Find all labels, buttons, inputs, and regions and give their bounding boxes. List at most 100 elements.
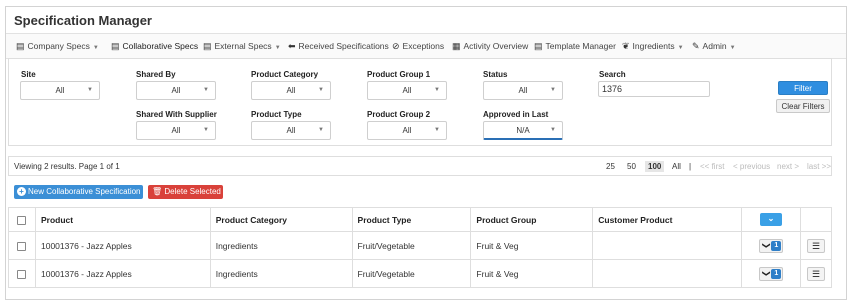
- main-nav: ▤ Company Specs ▼ ▤ Collaborative Specs ▤ Ex…: [6, 33, 846, 60]
- shared-by-label: Shared By: [136, 70, 176, 79]
- last-page-link[interactable]: last >>: [807, 162, 831, 171]
- results-info: Viewing 2 results. Page 1 of 1: [14, 162, 120, 171]
- leaf-icon: ❦: [622, 41, 630, 51]
- group-cell: Fruit & Veg: [470, 259, 594, 288]
- page-size-100[interactable]: 100: [645, 161, 665, 172]
- col-customer-product[interactable]: Customer Product: [592, 207, 743, 232]
- list-icon[interactable]: ☰: [806, 266, 825, 281]
- chevron-down-icon: ▼: [434, 127, 440, 133]
- product-type-select[interactable]: All ▼: [251, 121, 331, 140]
- search-input[interactable]: 1376: [598, 81, 710, 97]
- customer-product-cell: [592, 259, 743, 288]
- nav-exceptions[interactable]: ⊘ Exceptions: [392, 34, 444, 59]
- next-page-link[interactable]: next >: [777, 162, 799, 171]
- chevron-down-icon: ▼: [203, 87, 209, 93]
- group-cell: Fruit & Veg: [470, 231, 594, 260]
- stack-icon: ▤: [16, 41, 25, 51]
- col-product-category[interactable]: Product Category: [209, 207, 353, 232]
- page-size-25[interactable]: 25: [606, 162, 615, 171]
- table-row: 10001376 - Jazz Apples Ingredients Fruit…: [8, 259, 833, 288]
- filter-button[interactable]: Filter: [778, 81, 828, 95]
- shared-by-select[interactable]: All ▼: [136, 81, 216, 100]
- list-icon[interactable]: ☰: [806, 238, 825, 253]
- status-select[interactable]: All ▼: [483, 81, 563, 100]
- table-header-row: Product Product Category Product Type Pr…: [8, 207, 833, 232]
- chevron-down-icon: ▼: [87, 87, 93, 93]
- chevron-down-icon: ▼: [550, 127, 556, 133]
- select-all-checkbox[interactable]: [17, 215, 27, 225]
- nav-company-specs[interactable]: ▤ Company Specs ▼: [16, 34, 99, 59]
- plus-circle-icon: +: [17, 187, 26, 196]
- ban-icon: ⊘: [392, 41, 400, 51]
- col-product-group[interactable]: Product Group: [470, 207, 594, 232]
- chevron-down-icon: ❯: [761, 242, 771, 249]
- approved-in-last-select[interactable]: N/A ▼: [483, 121, 563, 140]
- previous-page-link[interactable]: < previous: [733, 162, 770, 171]
- approved-in-last-label: Approved in Last: [483, 110, 549, 119]
- clear-filters-button[interactable]: Clear Filters: [776, 99, 830, 113]
- chevron-down-icon: ❯: [761, 270, 771, 277]
- nav-admin[interactable]: ✎ Admin ▼: [692, 34, 736, 59]
- actions-header: [799, 207, 833, 232]
- stack-icon: ▤: [111, 41, 120, 51]
- list-cell: ☰: [799, 259, 833, 288]
- expand-all-button[interactable]: ⌄: [760, 213, 782, 226]
- first-page-link[interactable]: << first: [700, 162, 724, 171]
- product-group-1-label: Product Group 1: [367, 70, 431, 79]
- product-cell: 10001376 - Jazz Apples: [34, 231, 211, 260]
- chevron-down-icon: ▼: [318, 87, 324, 93]
- chevron-down-icon: ⌄: [767, 214, 775, 223]
- chevron-down-icon: ▼: [318, 127, 324, 133]
- count-badge: 1: [771, 268, 782, 279]
- filter-panel: Site All ▼ Shared By All ▼ Product Categor…: [8, 58, 832, 146]
- nav-received-specifications[interactable]: ⬅ Received Specifications: [288, 34, 389, 59]
- delete-selected-button[interactable]: 🗑 Delete Selected: [148, 185, 223, 199]
- col-product[interactable]: Product: [34, 207, 211, 232]
- expand-row-button[interactable]: ❯ 1: [758, 266, 784, 281]
- shared-with-supplier-select[interactable]: All ▼: [136, 121, 216, 140]
- site-select[interactable]: All ▼: [20, 81, 100, 100]
- nav-collaborative-specs[interactable]: ▤ Collaborative Specs: [108, 34, 201, 60]
- pagination-separator: |: [689, 162, 692, 171]
- site-label: Site: [21, 70, 36, 79]
- nav-ingredients[interactable]: ❦ Ingredients ▼: [622, 34, 684, 59]
- wrench-icon: ✎: [692, 41, 700, 51]
- page-title: Specification Manager: [14, 13, 152, 28]
- stack-icon: ▤: [203, 41, 212, 51]
- select-all-cell: [8, 207, 36, 232]
- customer-product-cell: [592, 231, 743, 260]
- chevron-down-icon: ▼: [434, 87, 440, 93]
- product-group-2-select[interactable]: All ▼: [367, 121, 447, 140]
- list-cell: ☰: [799, 231, 833, 260]
- row-checkbox[interactable]: [17, 269, 27, 279]
- col-product-type[interactable]: Product Type: [351, 207, 472, 232]
- expand-cell: ❯ 1: [741, 231, 801, 260]
- product-type-label: Product Type: [251, 110, 302, 119]
- category-cell: Ingredients: [209, 259, 353, 288]
- new-collaborative-spec-button[interactable]: + New Collaborative Specification: [14, 185, 143, 199]
- product-group-1-select[interactable]: All ▼: [367, 81, 447, 100]
- expand-row-button[interactable]: ❯ 1: [758, 238, 784, 253]
- nav-template-manager[interactable]: ▤ Template Manager: [534, 34, 616, 59]
- row-select-cell: [8, 231, 36, 260]
- page-size-all[interactable]: All: [672, 162, 681, 171]
- pagination-bar: Viewing 2 results. Page 1 of 1 25 50 100…: [8, 156, 832, 176]
- table-icon: ▦: [452, 41, 461, 51]
- product-cell: 10001376 - Jazz Apples: [34, 259, 211, 288]
- row-select-cell: [8, 259, 36, 288]
- product-category-select[interactable]: All ▼: [251, 81, 331, 100]
- table-row: 10001376 - Jazz Apples Ingredients Fruit…: [8, 231, 833, 260]
- page-size-50[interactable]: 50: [627, 162, 636, 171]
- chevron-down-icon: ▼: [550, 87, 556, 93]
- category-cell: Ingredients: [209, 231, 353, 260]
- product-group-2-label: Product Group 2: [367, 110, 431, 119]
- nav-external-specs[interactable]: ▤ External Specs ▼: [203, 34, 281, 59]
- shared-with-supplier-label: Shared With Supplier: [136, 110, 217, 119]
- expand-cell: ❯ 1: [741, 259, 801, 288]
- row-checkbox[interactable]: [17, 241, 27, 251]
- product-category-label: Product Category: [251, 70, 319, 79]
- trash-icon: 🗑: [152, 187, 163, 196]
- status-label: Status: [483, 70, 508, 79]
- nav-activity-overview[interactable]: ▦ Activity Overview: [452, 34, 528, 59]
- specs-table: Product Product Category Product Type Pr…: [8, 207, 833, 288]
